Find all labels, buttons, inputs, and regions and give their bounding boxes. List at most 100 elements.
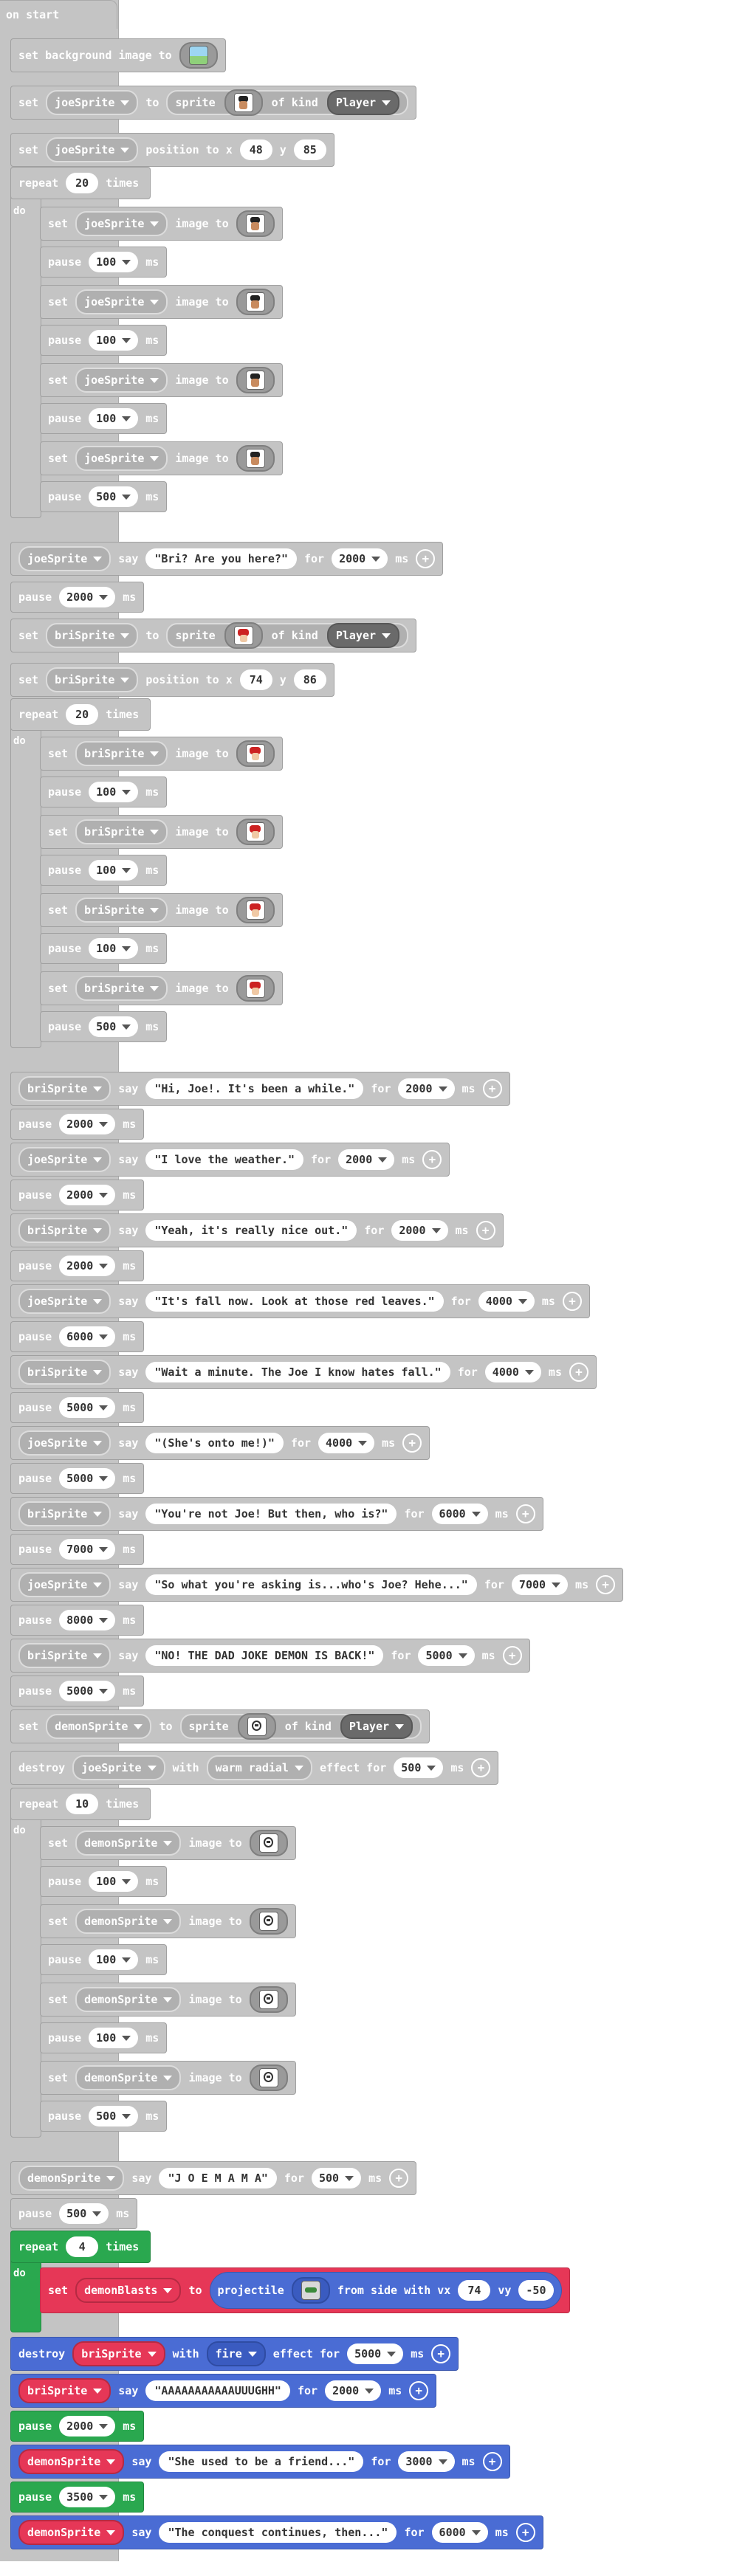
image-picker[interactable]	[236, 897, 275, 923]
pause-block[interactable]: pause 100 ms	[40, 855, 168, 886]
say-ms-dropdown[interactable]: 3000	[398, 2451, 455, 2472]
say-block[interactable]: joeSprite say "(She's onto me!)" for 400…	[10, 1426, 430, 1460]
bri-var-dropdown[interactable]: briSprite	[46, 667, 139, 692]
speaker-var-dropdown[interactable]: briSprite	[18, 1501, 111, 1526]
pause-block[interactable]: pause 8000 ms	[10, 1605, 145, 1636]
pause-block[interactable]: pause 500 ms	[40, 2101, 168, 2132]
pause-block[interactable]: pause 2000 ms	[10, 1179, 145, 1210]
add-circle-icon[interactable]: +	[482, 1079, 502, 1098]
bri-var-dropdown[interactable]: briSprite	[75, 819, 168, 844]
set-bri-image-block[interactable]: set briSprite image to	[40, 737, 283, 771]
pause-ms-dropdown[interactable]: 500	[59, 2203, 109, 2224]
y-value-input[interactable]: 86	[293, 669, 326, 690]
background-image-picker[interactable]	[179, 42, 218, 69]
sprite-create-slot[interactable]: sprite of kind Player	[179, 1713, 422, 1740]
pause-block[interactable]: pause 2000 ms	[10, 582, 145, 613]
image-picker[interactable]	[236, 445, 275, 472]
effect-dropdown[interactable]: fire	[206, 2341, 266, 2366]
kind-dropdown[interactable]: Player	[326, 90, 400, 115]
bri-var-dropdown[interactable]: briSprite	[75, 741, 168, 766]
set-demon-blasts-block[interactable]: set demonBlasts to projectile from side …	[40, 2267, 570, 2313]
demon-var-dropdown[interactable]: demonSprite	[18, 2166, 125, 2191]
speaker-var-dropdown[interactable]: joeSprite	[18, 1572, 111, 1597]
pause-block[interactable]: pause 5000 ms	[10, 1463, 145, 1494]
image-picker[interactable]	[236, 210, 275, 237]
pause-ms-dropdown[interactable]: 100	[89, 2028, 139, 2048]
pause-block[interactable]: pause 3500 ms	[10, 2482, 145, 2513]
pause-block[interactable]: pause 500 ms	[10, 2198, 138, 2229]
pause-ms-dropdown[interactable]: 100	[89, 408, 139, 429]
set-joe-image-block[interactable]: set joeSprite image to	[40, 441, 283, 475]
repeat-count-input[interactable]: 4	[66, 2236, 99, 2257]
destroy-bri-block[interactable]: destroy briSprite with fire effect for 5…	[10, 2337, 459, 2371]
image-picker[interactable]	[249, 1830, 288, 1856]
say-ms-dropdown[interactable]: 2000	[332, 548, 388, 569]
bri-var-dropdown[interactable]: briSprite	[75, 898, 168, 923]
joe-var-dropdown[interactable]: joeSprite	[75, 289, 168, 314]
demon-var-dropdown[interactable]: demonSprite	[75, 1909, 182, 1934]
repeat-loop-1[interactable]: repeat 20 times	[10, 167, 151, 199]
say-text-input[interactable]: "So what you're asking is...who's Joe? H…	[145, 1574, 477, 1595]
pause-block[interactable]: pause 100 ms	[40, 933, 168, 964]
pause-ms-dropdown[interactable]: 500	[89, 486, 139, 507]
add-circle-icon[interactable]: +	[389, 2169, 409, 2188]
say-text-input[interactable]: "It's fall now. Look at those red leaves…	[145, 1291, 444, 1312]
pause-ms-dropdown[interactable]: 100	[89, 1871, 139, 1892]
joe-var-dropdown[interactable]: joeSprite	[18, 546, 111, 571]
repeat-loop-3[interactable]: repeat 10 times	[10, 1788, 151, 1820]
pause-block[interactable]: pause 5000 ms	[10, 1392, 145, 1423]
set-joe-sprite-block[interactable]: set joeSprite to sprite of kind Player	[10, 86, 417, 120]
effect-ms-dropdown[interactable]: 5000	[347, 2343, 404, 2364]
say-block[interactable]: briSprite say "NO! THE DAD JOKE DEMON IS…	[10, 1639, 530, 1673]
set-bri-image-block[interactable]: set briSprite image to	[40, 893, 283, 927]
pause-ms-dropdown[interactable]: 2000	[59, 1114, 116, 1134]
set-demon-image-block[interactable]: set demonSprite image to	[40, 2061, 296, 2095]
say-text-input[interactable]: "(She's onto me!)"	[145, 1433, 284, 1453]
set-bri-image-block[interactable]: set briSprite image to	[40, 815, 283, 849]
image-picker[interactable]	[236, 289, 275, 315]
say-text-input[interactable]: "The conquest continues, then..."	[159, 2522, 397, 2543]
bri-var-dropdown[interactable]: briSprite	[72, 2341, 165, 2366]
demon-var-dropdown[interactable]: demonSprite	[18, 2449, 125, 2474]
pause-block[interactable]: pause 100 ms	[40, 247, 168, 278]
projectile-block[interactable]: projectile from side with vx 74 vy -50	[209, 2272, 562, 2309]
joe-say-block[interactable]: joeSprite say "Bri? Are you here?" for 2…	[10, 542, 444, 576]
say-ms-dropdown[interactable]: 500	[312, 2168, 362, 2188]
add-circle-icon[interactable]: +	[471, 1758, 491, 1777]
add-circle-icon[interactable]: +	[416, 549, 436, 568]
demon-say-block[interactable]: demonSprite say "She used to be a friend…	[10, 2445, 510, 2479]
say-block[interactable]: briSprite say "Hi, Joe!. It's been a whi…	[10, 1072, 510, 1106]
joe-var-dropdown[interactable]: joeSprite	[46, 90, 139, 115]
say-text-input[interactable]: "AAAAAAAAAAAUUUGHH"	[145, 2380, 290, 2401]
image-picker[interactable]	[249, 1908, 288, 1935]
add-circle-icon[interactable]: +	[502, 1646, 522, 1665]
pause-block[interactable]: pause 5000 ms	[10, 1676, 145, 1707]
pause-block[interactable]: pause 6000 ms	[10, 1321, 145, 1352]
speaker-var-dropdown[interactable]: briSprite	[18, 1360, 111, 1385]
joe-image-picker[interactable]	[224, 89, 263, 116]
pause-block[interactable]: pause 100 ms	[40, 325, 168, 356]
kind-dropdown[interactable]: Player	[326, 623, 400, 648]
pause-ms-dropdown[interactable]: 7000	[59, 1539, 116, 1560]
vy-input[interactable]: -50	[518, 2280, 554, 2301]
bri-say-block[interactable]: briSprite say "AAAAAAAAAAAUUUGHH" for 20…	[10, 2374, 437, 2408]
repeat-loop-4[interactable]: repeat 4 times	[10, 2231, 151, 2263]
projectile-image-picker[interactable]	[291, 2277, 330, 2304]
pause-ms-dropdown[interactable]: 8000	[59, 1610, 116, 1630]
pause-ms-dropdown[interactable]: 100	[89, 1949, 139, 1970]
pause-ms-dropdown[interactable]: 500	[89, 1016, 139, 1037]
say-text-input[interactable]: "Yeah, it's really nice out."	[145, 1220, 357, 1241]
image-picker[interactable]	[236, 367, 275, 393]
effect-dropdown[interactable]: warm radial	[206, 1755, 312, 1780]
bri-var-dropdown[interactable]: briSprite	[18, 2378, 111, 2403]
say-text-input[interactable]: "I love the weather."	[145, 1149, 304, 1170]
say-ms-dropdown[interactable]: 2000	[398, 1078, 455, 1099]
add-circle-icon[interactable]: +	[562, 1292, 582, 1311]
add-circle-icon[interactable]: +	[431, 2344, 451, 2363]
bri-var-dropdown[interactable]: briSprite	[46, 623, 139, 648]
pause-block[interactable]: pause 500 ms	[40, 481, 168, 512]
pause-ms-dropdown[interactable]: 5000	[59, 1681, 116, 1701]
set-demon-image-block[interactable]: set demonSprite image to	[40, 1826, 296, 1860]
pause-ms-dropdown[interactable]: 2000	[59, 587, 116, 607]
vx-input[interactable]: 74	[458, 2280, 491, 2301]
